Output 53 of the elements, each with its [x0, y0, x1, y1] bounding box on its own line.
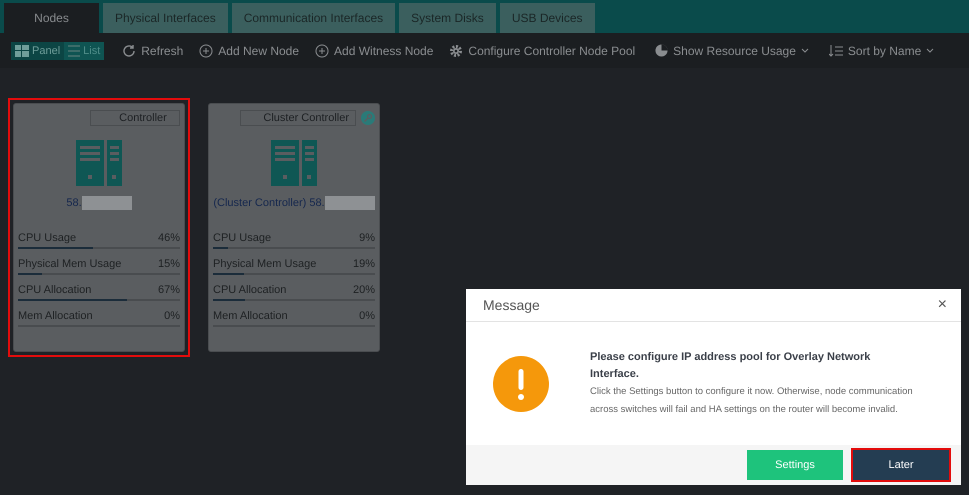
metric-label: CPU Usage [213, 232, 272, 244]
server-icon [271, 140, 317, 186]
tab[interactable]: Communication Interfaces [232, 3, 396, 33]
toolbar-button[interactable]: Add New Node [199, 44, 300, 58]
pie-chart-icon [655, 44, 668, 57]
view-toggle-option[interactable]: List [64, 42, 104, 60]
toolbar-button[interactable]: Sort by Name [828, 44, 934, 58]
settings-button[interactable]: Settings [747, 450, 843, 480]
tab[interactable]: Physical Interfaces [103, 3, 228, 33]
add-icon [199, 44, 214, 58]
role-label: Cluster Controller [240, 110, 356, 126]
metric-value: 0% [359, 310, 375, 322]
metric-value: 15% [158, 258, 180, 270]
metric-label: Physical Mem Usage [213, 258, 316, 270]
toolbar-button[interactable]: Refresh [122, 44, 184, 58]
redaction-block [82, 196, 132, 210]
close-button[interactable]: × [938, 296, 947, 314]
warning-icon [493, 356, 549, 412]
settings-icon [449, 44, 464, 58]
dialog-title: Message [483, 297, 540, 313]
node-address[interactable]: 58. [66, 197, 82, 209]
metric-label: Mem Allocation [18, 310, 93, 322]
tab[interactable]: Nodes [4, 3, 99, 33]
tab[interactable]: USB Devices [500, 3, 594, 33]
metric-value: 67% [158, 284, 180, 296]
later-button[interactable]: Later [853, 450, 949, 480]
node-card[interactable]: Controller 58. CPU Usage 46% Physical Mem Usage 15% CPU Allocation 67% Mem Allocation 0% [13, 103, 185, 352]
tab[interactable]: System Disks [399, 3, 496, 33]
message-heading: Please configure IP address pool for Overlay Network Interface. [590, 350, 872, 382]
metric-value: 46% [158, 232, 180, 244]
role-label: Controller [90, 110, 180, 126]
metric-value: 20% [352, 284, 375, 296]
metric-label: CPU Usage [18, 232, 76, 244]
add-icon [315, 44, 330, 58]
node-card[interactable]: Cluster Controller (Cluster Controller) 58. CPU Usage 9% Physical Mem Usage 19% CPU Allocation 20% Mem Allocation 0% [208, 103, 380, 352]
grid-icon [15, 44, 29, 56]
toolbar-button[interactable]: Add Witness Node [315, 44, 434, 58]
redaction-block [324, 196, 375, 210]
server-icon [76, 140, 122, 186]
message-text: Click the Settings button to configure it now. Otherwise, node communication across switches will fail and HA settings on the router will become invalid. [590, 384, 914, 416]
metric-label: CPU Allocation [213, 284, 286, 296]
toolbar-button[interactable]: Configure Controller Node Pool [449, 44, 636, 58]
toolbar-button[interactable]: Show Resource Usage [655, 44, 809, 58]
sort-icon [828, 44, 843, 56]
refresh-icon [122, 44, 136, 58]
metric-label: Physical Mem Usage [18, 258, 122, 270]
metric-value: 9% [359, 232, 375, 244]
list-icon [68, 44, 80, 56]
metric-label: CPU Allocation [18, 284, 92, 296]
metric-label: Mem Allocation [213, 310, 288, 322]
metric-value: 0% [164, 310, 180, 322]
node-address[interactable]: (Cluster Controller) 58. [213, 197, 325, 209]
metric-value: 19% [352, 258, 375, 270]
